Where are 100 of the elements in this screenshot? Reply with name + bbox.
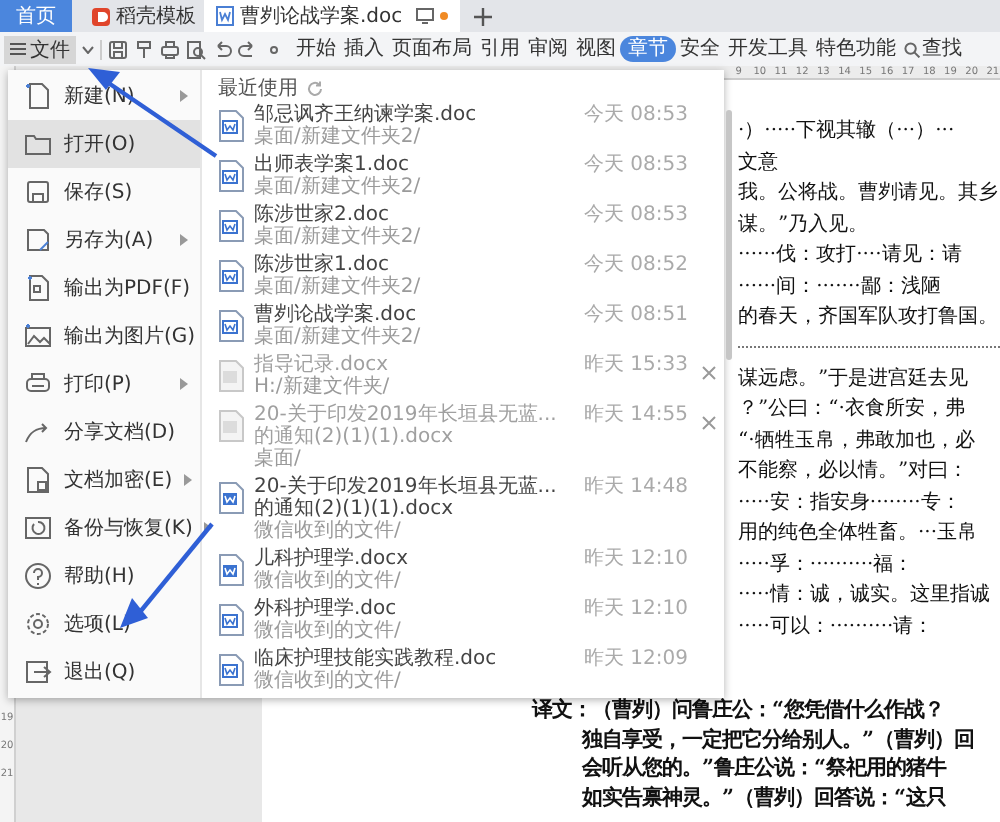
file-name: 陈涉世家2.doc [254, 204, 390, 226]
ribbon-tab[interactable]: 插入 [340, 36, 388, 62]
file-path: 微信收到的文件/ [254, 570, 403, 592]
recent-file-item[interactable]: 邹忌讽齐王纳谏学案.doc 桌面/新建文件夹2/ 今天 08:53 [218, 102, 718, 152]
file-path: 微信收到的文件/ [254, 670, 403, 692]
recent-file-item[interactable]: 陈涉世家2.doc 桌面/新建文件夹2/ 今天 08:53 [218, 202, 718, 252]
file-time: 昨天 14:48 [584, 476, 690, 498]
document-line: ·····安：指安身········专： [738, 489, 963, 517]
title-tab[interactable]: 稻壳模板 [80, 0, 196, 32]
document-line: “·牺牲玉帛，弗敢加也，必 [738, 427, 977, 455]
ribbon-tab[interactable]: 章节 [620, 36, 676, 62]
menu-item[interactable]: 输出为PDF(F) [8, 264, 200, 312]
ribbon-tab[interactable]: 开发工具 [724, 36, 812, 62]
word-file-icon [218, 604, 244, 636]
printer-icon [24, 370, 52, 398]
recent-file-item[interactable]: 临床护理技能实践教程.doc 微信收到的文件/ 昨天 12:09 [218, 646, 718, 696]
file-time: 今天 08:52 [584, 254, 690, 276]
help-icon [24, 562, 52, 590]
word-file-icon [218, 654, 244, 686]
file-time: 今天 08:53 [584, 104, 690, 126]
add-tab-icon[interactable] [474, 7, 492, 25]
close-icon[interactable] [702, 416, 716, 430]
save-icon [24, 178, 52, 206]
ribbon-tab[interactable]: 开始 [292, 36, 340, 62]
undo-icon[interactable] [212, 39, 232, 59]
file-name: 出师表学案1.doc [254, 154, 412, 176]
file-name: 临床护理技能实践教程.doc [254, 648, 499, 670]
recent-file-item[interactable]: 外科护理学.doc 微信收到的文件/ 昨天 12:10 [218, 596, 718, 646]
document-line: 我。公将战。曹刿请见。其乡 [738, 179, 1000, 208]
menu-item[interactable]: 文档加密(E) [8, 456, 200, 504]
exit-icon [24, 658, 52, 686]
file-menu-button[interactable]: 文件 [4, 35, 76, 63]
menu-item[interactable]: 打开(O) [8, 120, 200, 168]
file-name: 20-关于印发2019年长垣县无蓝...的通知(2)(1)(1).docx [254, 476, 559, 520]
word-file-icon [218, 160, 244, 192]
file-path: 桌面/ [254, 448, 303, 470]
template-icon [92, 7, 110, 25]
ribbon-tab[interactable]: 特色功能 [812, 36, 900, 62]
file-time: 昨天 12:10 [584, 548, 690, 570]
format-painter-icon[interactable] [134, 39, 154, 59]
save-icon[interactable] [108, 39, 128, 59]
document-icon [216, 6, 234, 26]
caret-icon[interactable] [82, 45, 94, 53]
recent-file-item[interactable]: 曹刿论战学案.doc 桌面/新建文件夹2/ 今天 08:51 [218, 302, 718, 352]
document-line: ·····孚：··········福： [738, 551, 916, 579]
recent-file-item[interactable]: 20-关于印发2019年长垣县无蓝...的通知(2)(1)(1).docx 微信收到的文件/ 昨天 14:48 [218, 474, 718, 546]
image-icon [24, 322, 52, 350]
close-icon[interactable] [702, 366, 716, 380]
menu-item[interactable]: 另存为(A) [8, 216, 200, 264]
document-line: 独自享受，一定把它分给别人。”（曹刿）回 [579, 725, 976, 754]
file-name: 陈涉世家1.doc [254, 254, 390, 276]
file-path: H:/新建文件夹/ [254, 376, 392, 398]
file-name: 指导记录.docx [254, 354, 391, 376]
title-tab[interactable]: 首页 [0, 0, 72, 32]
word-file-icon [218, 310, 244, 342]
document-line: ·）·····下视其辙（···）··· [738, 117, 957, 146]
recent-file-item[interactable]: 儿科护理学.docx 微信收到的文件/ 昨天 12:10 [218, 546, 718, 596]
file-name: 邹忌讽齐王纳谏学案.doc [254, 104, 479, 126]
menu-item[interactable]: 打印(P) [8, 360, 200, 408]
document-line: 的春天，齐国军队攻打鲁国。 [738, 303, 1000, 332]
ribbon-tab[interactable]: 引用 [476, 36, 524, 62]
file-time: 今天 08:53 [584, 154, 690, 176]
document-line: ？”公曰：“·衣食所安，弗 [738, 395, 967, 424]
document-line: 会听从您的。”鲁庄公说：“祭祀用的猪牛 [580, 754, 949, 783]
file-path: 桌面/新建文件夹2/ [254, 176, 423, 198]
menu-item[interactable]: 备份与恢复(K) [8, 504, 200, 552]
section-title: 最近使用 [218, 75, 298, 102]
new-file-icon [24, 82, 52, 110]
file-path: 微信收到的文件/ [254, 520, 403, 542]
file-time: 今天 08:53 [584, 204, 690, 226]
file-path: 桌面/新建文件夹2/ [254, 326, 423, 348]
search-button[interactable]: 查找 [900, 36, 966, 62]
print-preview-icon[interactable] [186, 39, 206, 59]
menu-item[interactable]: 退出(Q) [8, 648, 200, 696]
ribbon-tab[interactable]: 页面布局 [388, 36, 476, 62]
file-name: 外科护理学.doc [254, 598, 399, 620]
menu-icon [10, 42, 26, 56]
recent-file-item[interactable]: 陈涉世家1.doc 桌面/新建文件夹2/ 今天 08:52 [218, 252, 718, 302]
file-time: 昨天 12:10 [584, 598, 690, 620]
pdf-icon [24, 274, 52, 302]
ribbon-tab[interactable]: 视图 [572, 36, 620, 62]
recent-file-item[interactable]: 出师表学案1.doc 桌面/新建文件夹2/ 今天 08:53 [218, 152, 718, 202]
redo-icon[interactable] [238, 39, 258, 59]
menu-item[interactable]: 保存(S) [8, 168, 200, 216]
printer-icon[interactable] [160, 39, 180, 59]
search-icon [904, 41, 920, 57]
menu-item[interactable]: 输出为图片(G) [8, 312, 200, 360]
title-tab[interactable]: 曹刿论战学案.doc [204, 0, 460, 32]
file-path: 微信收到的文件/ [254, 620, 403, 642]
ribbon-tab[interactable]: 安全 [676, 36, 724, 62]
folder-icon [24, 130, 52, 158]
menu-item[interactable]: 分享文档(D) [8, 408, 200, 456]
file-name: 曹刿论战学案.doc [254, 304, 419, 326]
document-line: ······伐：攻打····请见：请 [738, 241, 964, 270]
file-name: 儿科护理学.docx [254, 548, 411, 570]
file-time: 昨天 15:33 [584, 354, 690, 376]
ribbon-tab[interactable]: 审阅 [524, 36, 572, 62]
scrollbar[interactable] [726, 110, 732, 360]
menu-item[interactable]: 帮助(H) [8, 552, 200, 600]
file-time: 今天 08:51 [584, 304, 690, 326]
